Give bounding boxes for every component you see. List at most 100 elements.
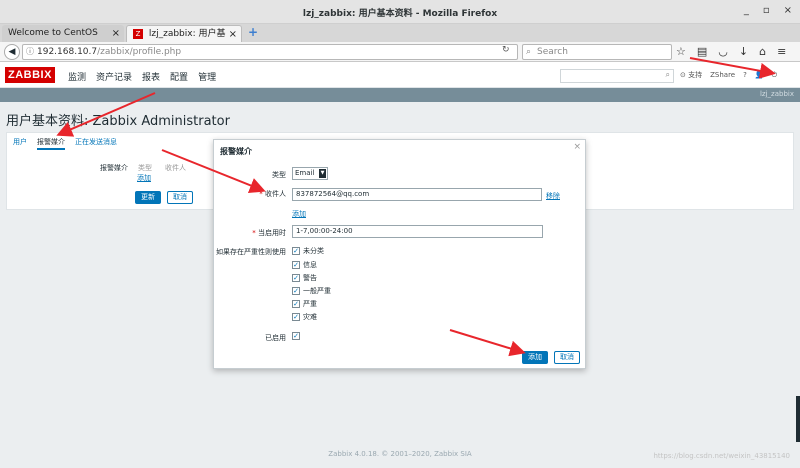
tab-media[interactable]: 报警媒介 bbox=[37, 137, 65, 150]
checkbox-checked-icon[interactable]: ✓ bbox=[292, 261, 300, 269]
tab-label: Welcome to CentOS bbox=[8, 28, 98, 38]
tab-user[interactable]: 用户 bbox=[13, 137, 27, 150]
url-bar[interactable]: ⓘ 192.168.10.7/zabbix/profile.php bbox=[22, 44, 518, 60]
pocket-icon[interactable]: ◡ bbox=[718, 45, 728, 58]
support-label: 支持 bbox=[688, 71, 703, 79]
browser-search-input[interactable]: ⌕ Search bbox=[522, 44, 672, 60]
close-icon[interactable]: × bbox=[573, 142, 581, 152]
close-tab-icon[interactable]: × bbox=[229, 26, 237, 43]
menu-item-configuration[interactable]: 配置 bbox=[170, 70, 188, 83]
recipient-label-text: 收件人 bbox=[265, 190, 286, 198]
side-edge-panel bbox=[796, 396, 800, 442]
search-placeholder: Search bbox=[537, 47, 568, 57]
severity-label-text: 严重 bbox=[303, 300, 317, 308]
home-icon[interactable]: ⌂ bbox=[759, 45, 766, 58]
recipient-label: * 收件人 bbox=[234, 189, 286, 199]
media-dialog: 报警媒介 × 类型 Email ▼ * 收件人 837872564@qq.com… bbox=[213, 139, 586, 369]
help-icon[interactable]: ? bbox=[743, 71, 747, 79]
checkbox-checked-icon[interactable]: ✓ bbox=[292, 313, 300, 321]
severity-label-text: 未分类 bbox=[303, 247, 324, 255]
dialog-title: 报警媒介 bbox=[220, 147, 252, 156]
window-controls: _ ▫ × bbox=[744, 5, 792, 16]
recipient-input[interactable]: 837872564@qq.com bbox=[292, 188, 542, 201]
site-info-icon[interactable]: ⓘ bbox=[26, 45, 34, 59]
cancel-button[interactable]: 取消 bbox=[554, 351, 580, 364]
maximize-button[interactable]: ▫ bbox=[763, 5, 770, 16]
zabbix-favicon-icon: Z bbox=[133, 28, 143, 39]
checkbox-checked-icon[interactable]: ✓ bbox=[292, 332, 300, 340]
logout-icon[interactable]: ⏻ bbox=[772, 71, 778, 80]
close-tab-icon[interactable]: × bbox=[112, 25, 120, 42]
enabled-label: 已启用 bbox=[265, 334, 286, 342]
checkbox-checked-icon[interactable]: ✓ bbox=[292, 274, 300, 282]
severity-label-text: 一般严重 bbox=[303, 287, 331, 295]
header-right-icons: ⊙ 支持 ZShare ? 👤 ⏻ bbox=[680, 70, 777, 80]
severity-disaster[interactable]: ✓ 灾难 bbox=[292, 312, 317, 322]
navigation-toolbar: ◀ ⓘ 192.168.10.7/zabbix/profile.php ↻ ⌕ … bbox=[0, 42, 800, 62]
severity-not-classified[interactable]: ✓ 未分类 bbox=[292, 246, 324, 256]
page-title: 用户基本资料: Zabbix Administrator bbox=[6, 114, 230, 129]
minimize-button[interactable]: _ bbox=[744, 5, 749, 16]
type-label: 类型 bbox=[272, 171, 286, 179]
window-title: lzj_zabbix: 用户基本资料 - Mozilla Firefox bbox=[302, 9, 498, 19]
menu-item-monitoring[interactable]: 监测 bbox=[68, 70, 86, 83]
back-button[interactable]: ◀ bbox=[4, 44, 20, 60]
severity-label-text: 灾难 bbox=[303, 313, 317, 321]
media-add-link[interactable]: 添加 bbox=[137, 173, 151, 183]
zabbix-search-input[interactable]: ⌕ bbox=[560, 69, 674, 83]
main-menu: 监测 资产记录 报表 配置 管理 bbox=[68, 70, 216, 83]
user-band: lzj_zabbix bbox=[0, 88, 800, 102]
url-path: /zabbix/profile.php bbox=[97, 47, 182, 57]
update-button[interactable]: 更新 bbox=[135, 191, 161, 204]
chevron-down-icon: ▼ bbox=[319, 169, 326, 178]
share-link[interactable]: ZShare bbox=[710, 71, 735, 79]
support-icon: ⊙ bbox=[680, 71, 686, 79]
search-icon[interactable]: ⌕ bbox=[666, 70, 670, 80]
menu-item-administration[interactable]: 管理 bbox=[198, 70, 216, 83]
remove-link[interactable]: 移除 bbox=[546, 191, 560, 201]
severity-information[interactable]: ✓ 信息 bbox=[292, 260, 317, 270]
severity-label-text: 警告 bbox=[303, 274, 317, 282]
zabbix-logo[interactable]: ZABBIX bbox=[5, 67, 55, 83]
severity-label: 如果存在严重性则使用 bbox=[216, 248, 286, 256]
support-link[interactable]: ⊙ 支持 bbox=[680, 70, 702, 80]
when-active-input[interactable]: 1-7,00:00-24:00 bbox=[292, 225, 543, 238]
severity-high[interactable]: ✓ 严重 bbox=[292, 299, 317, 309]
url-host: 192.168.10.7 bbox=[37, 47, 98, 57]
severity-warning[interactable]: ✓ 警告 bbox=[292, 273, 317, 283]
download-icon[interactable]: ↓ bbox=[739, 45, 748, 58]
reading-list-icon[interactable]: ▤ bbox=[697, 45, 707, 58]
tab-messaging[interactable]: 正在发送消息 bbox=[75, 137, 117, 150]
checkbox-checked-icon[interactable]: ✓ bbox=[292, 287, 300, 295]
cancel-button[interactable]: 取消 bbox=[167, 191, 193, 204]
enabled-checkbox[interactable]: ✓ bbox=[292, 332, 300, 340]
star-icon[interactable]: ☆ bbox=[676, 45, 686, 58]
profile-tabs: 用户 报警媒介 正在发送消息 bbox=[13, 137, 117, 150]
when-active-label: * 当启用时 bbox=[224, 228, 286, 238]
tab-strip: Welcome to CentOS × Z lzj_zabbix: 用户基本..… bbox=[0, 24, 800, 56]
media-label: 报警媒介 bbox=[100, 164, 128, 172]
type-select[interactable]: Email ▼ bbox=[292, 167, 328, 180]
watermark: https://blog.csdn.net/weixin_43815140 bbox=[653, 452, 790, 460]
when-active-label-text: 当启用时 bbox=[258, 229, 286, 237]
checkbox-checked-icon[interactable]: ✓ bbox=[292, 247, 300, 255]
search-icon: ⌕ bbox=[526, 47, 532, 57]
new-tab-button[interactable]: + bbox=[248, 25, 258, 39]
tab-welcome-centos[interactable]: Welcome to CentOS × bbox=[2, 25, 124, 42]
add-button[interactable]: 添加 bbox=[522, 351, 548, 364]
checkbox-checked-icon[interactable]: ✓ bbox=[292, 300, 300, 308]
col-type: 类型 bbox=[138, 164, 152, 172]
tab-zabbix-profile[interactable]: Z lzj_zabbix: 用户基本... × bbox=[126, 25, 242, 56]
close-window-button[interactable]: × bbox=[784, 5, 792, 16]
menu-item-reports[interactable]: 报表 bbox=[142, 70, 160, 83]
add-recipient-link[interactable]: 添加 bbox=[292, 209, 306, 219]
menu-item-inventory[interactable]: 资产记录 bbox=[96, 70, 132, 83]
browser-toolbar-icons: ☆ ▤ ◡ ↓ ⌂ ≡ bbox=[676, 45, 786, 58]
severity-label-text: 信息 bbox=[303, 261, 317, 269]
severity-average[interactable]: ✓ 一般严重 bbox=[292, 286, 331, 296]
hamburger-menu-icon[interactable]: ≡ bbox=[777, 45, 786, 58]
back-arrow-icon: ◀ bbox=[8, 47, 16, 57]
type-select-value: Email bbox=[295, 169, 315, 177]
reload-icon[interactable]: ↻ bbox=[502, 45, 510, 55]
user-profile-icon[interactable]: 👤 bbox=[755, 71, 764, 79]
